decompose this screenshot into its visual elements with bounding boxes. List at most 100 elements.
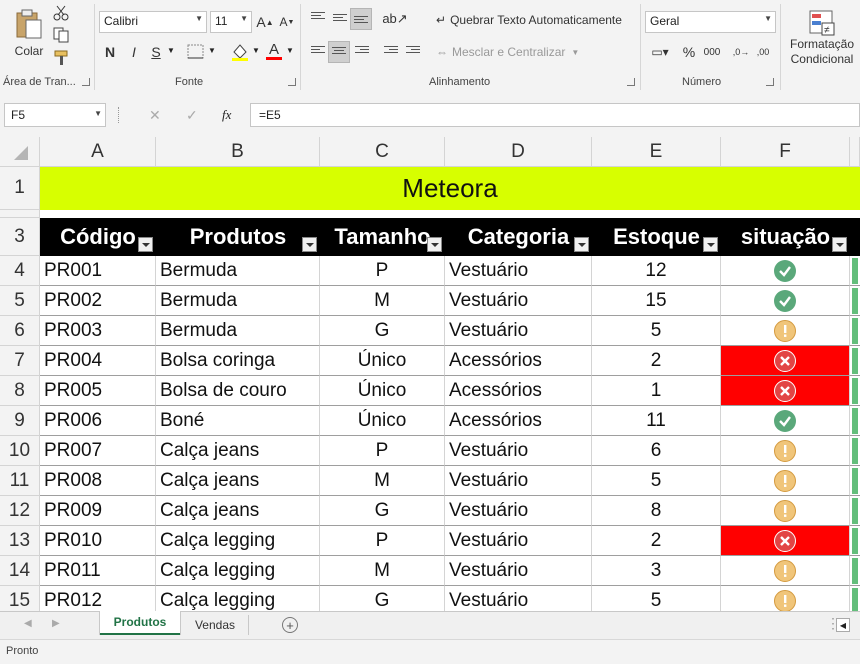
cell-g-databar[interactable] bbox=[850, 286, 860, 316]
align-right-icon[interactable] bbox=[355, 46, 369, 58]
row-header[interactable]: 15 bbox=[0, 586, 40, 611]
cell-g-databar[interactable] bbox=[850, 526, 860, 556]
cell-tamanho[interactable]: Único bbox=[320, 346, 445, 376]
cell-categoria[interactable]: Vestuário bbox=[445, 526, 592, 556]
underline-button[interactable]: S bbox=[146, 42, 166, 62]
font-dialog-launcher[interactable] bbox=[288, 78, 296, 86]
cell-codigo[interactable]: PR010 bbox=[40, 526, 156, 556]
decrease-decimal-icon[interactable]: ,00 bbox=[753, 42, 773, 62]
cell-situacao[interactable] bbox=[721, 406, 850, 436]
row-header[interactable]: 13 bbox=[0, 526, 40, 556]
name-box[interactable]: F5 ▼ bbox=[4, 103, 106, 127]
cell-situacao[interactable] bbox=[721, 316, 850, 346]
conditional-formatting-button[interactable]: ≠ Formatação Condicional bbox=[784, 4, 860, 72]
row-header[interactable]: 8 bbox=[0, 376, 40, 406]
merge-center-button[interactable]: ⇔ Mesclar e Centralizar ▼ bbox=[436, 42, 586, 62]
cell-codigo[interactable]: PR009 bbox=[40, 496, 156, 526]
orientation-icon[interactable]: ab↗ bbox=[382, 10, 407, 28]
cell-estoque[interactable]: 6 bbox=[592, 436, 721, 466]
cell-tamanho[interactable]: P bbox=[320, 256, 445, 286]
cell-tamanho[interactable]: Único bbox=[320, 376, 445, 406]
cell-situacao[interactable] bbox=[721, 526, 850, 556]
cell-situacao[interactable] bbox=[721, 556, 850, 586]
increase-decimal-icon[interactable]: ,0→ bbox=[731, 42, 751, 62]
cell-categoria[interactable]: Vestuário bbox=[445, 586, 592, 611]
insert-function-icon[interactable]: fx bbox=[222, 107, 231, 123]
cell-estoque[interactable]: 8 bbox=[592, 496, 721, 526]
cell-codigo[interactable]: PR006 bbox=[40, 406, 156, 436]
cell-tamanho[interactable]: P bbox=[320, 526, 445, 556]
cell-g-databar[interactable] bbox=[850, 406, 860, 436]
column-header-a[interactable]: A bbox=[40, 137, 156, 167]
cell-categoria[interactable]: Vestuário bbox=[445, 256, 592, 286]
row-header[interactable]: 10 bbox=[0, 436, 40, 466]
hscroll-left-icon[interactable]: ◀ bbox=[836, 618, 850, 632]
cell-codigo[interactable]: PR011 bbox=[40, 556, 156, 586]
column-header-d[interactable]: D bbox=[445, 137, 592, 167]
cell-g-databar[interactable] bbox=[850, 466, 860, 496]
align-bottom-button[interactable] bbox=[350, 8, 372, 30]
cell-categoria[interactable]: Acessórios bbox=[445, 376, 592, 406]
cell-produto[interactable]: Bolsa coringa bbox=[156, 346, 320, 376]
cell-g-databar[interactable] bbox=[850, 346, 860, 376]
cell-estoque[interactable]: 11 bbox=[592, 406, 721, 436]
font-size-combo[interactable]: 11 ▼ bbox=[210, 11, 252, 33]
fill-color-icon[interactable] bbox=[230, 42, 250, 62]
row-header[interactable]: 7 bbox=[0, 346, 40, 376]
align-middle-icon[interactable] bbox=[333, 14, 347, 26]
cell-produto[interactable]: Boné bbox=[156, 406, 320, 436]
cell-produto[interactable]: Calça jeans bbox=[156, 466, 320, 496]
alignment-dialog-launcher[interactable] bbox=[627, 78, 635, 86]
select-all-corner[interactable] bbox=[0, 137, 40, 167]
chevron-down-icon[interactable]: ▼ bbox=[252, 46, 260, 55]
column-header-c[interactable]: C bbox=[320, 137, 445, 167]
row-header-2[interactable] bbox=[0, 210, 40, 218]
cell-categoria[interactable]: Acessórios bbox=[445, 346, 592, 376]
cell-produto[interactable]: Calça legging bbox=[156, 556, 320, 586]
cell-g-databar[interactable] bbox=[850, 556, 860, 586]
enter-icon[interactable]: ✓ bbox=[186, 107, 198, 124]
cell-codigo[interactable]: PR012 bbox=[40, 586, 156, 611]
paste-button[interactable]: Colar bbox=[8, 2, 50, 64]
cell-tamanho[interactable]: M bbox=[320, 286, 445, 316]
chevron-down-icon[interactable]: ▼ bbox=[208, 46, 216, 55]
cell-codigo[interactable]: PR002 bbox=[40, 286, 156, 316]
cell-estoque[interactable]: 15 bbox=[592, 286, 721, 316]
number-dialog-launcher[interactable] bbox=[766, 78, 774, 86]
row-header[interactable]: 12 bbox=[0, 496, 40, 526]
cell-situacao[interactable] bbox=[721, 286, 850, 316]
cell-tamanho[interactable]: P bbox=[320, 436, 445, 466]
cell-produto[interactable]: Bermuda bbox=[156, 316, 320, 346]
thousands-button[interactable]: 000 bbox=[700, 42, 724, 62]
cell-situacao[interactable] bbox=[721, 466, 850, 496]
sheet-tab-vendas[interactable]: Vendas bbox=[182, 615, 249, 635]
cell-produto[interactable]: Calça jeans bbox=[156, 496, 320, 526]
align-left-icon[interactable] bbox=[311, 46, 325, 58]
cell-tamanho[interactable]: G bbox=[320, 316, 445, 346]
filter-dropdown-icon[interactable] bbox=[703, 237, 718, 252]
row-header[interactable]: 5 bbox=[0, 286, 40, 316]
cell-produto[interactable]: Calça jeans bbox=[156, 436, 320, 466]
column-header-e[interactable]: E bbox=[592, 137, 721, 167]
cell-estoque[interactable]: 2 bbox=[592, 346, 721, 376]
cell-estoque[interactable]: 5 bbox=[592, 586, 721, 611]
cell-g-databar[interactable] bbox=[850, 586, 860, 611]
filter-dropdown-icon[interactable] bbox=[574, 237, 589, 252]
cell-estoque[interactable]: 1 bbox=[592, 376, 721, 406]
cell-categoria[interactable]: Acessórios bbox=[445, 406, 592, 436]
cell-tamanho[interactable]: M bbox=[320, 556, 445, 586]
row-2-cells[interactable] bbox=[40, 210, 860, 218]
column-header-g[interactable] bbox=[850, 137, 860, 167]
cell-tamanho[interactable]: G bbox=[320, 496, 445, 526]
row-header[interactable]: 4 bbox=[0, 256, 40, 286]
cell-situacao[interactable] bbox=[721, 346, 850, 376]
cut-icon[interactable] bbox=[53, 5, 69, 21]
add-sheet-icon[interactable]: + bbox=[282, 617, 298, 633]
header-produtos[interactable]: Produtos bbox=[156, 218, 320, 256]
decrease-indent-icon[interactable] bbox=[384, 46, 398, 58]
row-header-1[interactable]: 1 bbox=[0, 167, 40, 210]
cell-estoque[interactable]: 3 bbox=[592, 556, 721, 586]
row-header-3[interactable]: 3 bbox=[0, 218, 40, 256]
scroll-tabs-right-icon[interactable]: ▶ bbox=[52, 618, 60, 629]
shrink-font-icon[interactable]: A ▼ bbox=[278, 12, 296, 32]
